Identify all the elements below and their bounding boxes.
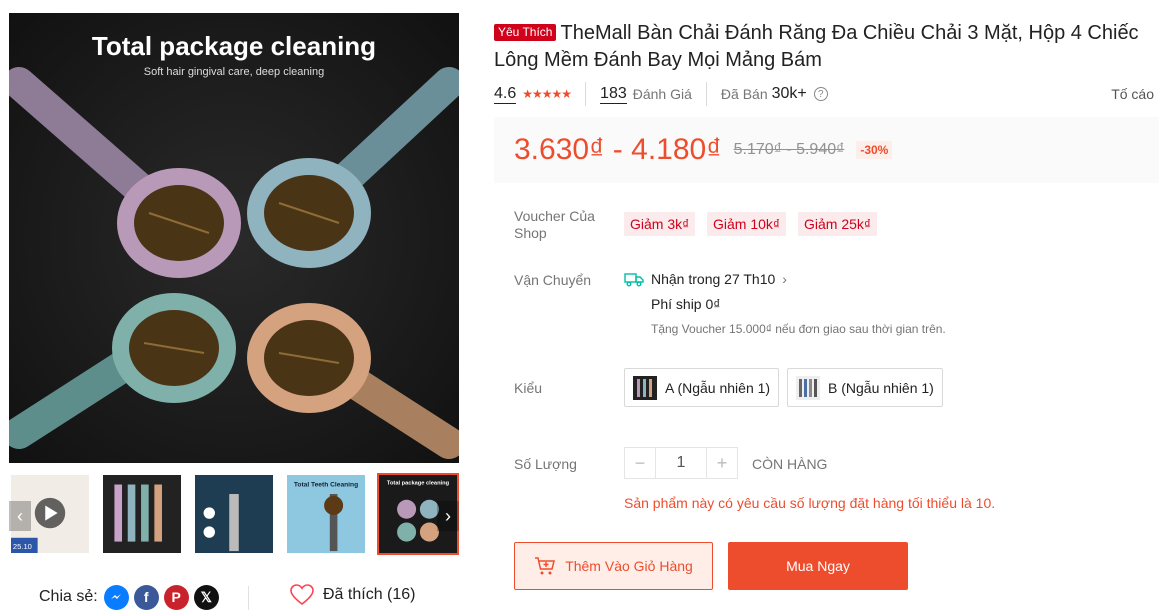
add-to-cart-label: Thêm Vào Giỏ Hàng <box>565 558 693 574</box>
thumbnail-3[interactable] <box>193 473 275 555</box>
main-image-subline: Soft hair gingival care, deep cleaning <box>144 66 324 78</box>
shipping-note: Tặng Voucher 15.000₫ nếu đơn giao sau th… <box>651 322 946 336</box>
thumb-title: Total package cleaning <box>387 481 450 487</box>
thumbnail-prev-arrow[interactable]: ‹ <box>9 501 31 531</box>
product-title-text: TheMall Bàn Chải Đánh Răng Đa Chiều Chải… <box>494 22 1139 71</box>
price-box: 3.630₫ - 4.180₫ 5.170₫ - 5.940₫ -30% <box>494 117 1159 183</box>
minimum-order-note: Sản phẩm này có yêu cầu số lượng đặt hàn… <box>624 495 996 511</box>
buy-now-button[interactable]: Mua Ngay <box>728 542 908 590</box>
original-price: 5.170₫ - 5.940₫ <box>733 141 845 158</box>
like-button[interactable]: Đã thích (16) <box>290 584 415 606</box>
heart-icon <box>290 584 314 606</box>
product-stats: 4.6 ★★★★★ 183 Đánh Giá Đã Bán 30k+ ? Tố … <box>494 82 1154 106</box>
thumbnail-4[interactable]: Total Teeth Cleaning <box>285 473 367 555</box>
share-label: Chia sẻ: <box>39 588 98 605</box>
variant-option-a[interactable]: A (Ngẫu nhiên 1) <box>624 368 780 407</box>
add-to-cart-button[interactable]: Thêm Vào Giỏ Hàng <box>514 542 713 590</box>
truck-icon <box>624 273 644 287</box>
variant-option-b[interactable]: B (Ngẫu nhiên 1) <box>787 368 943 407</box>
quantity-decrease-button[interactable]: − <box>624 447 656 479</box>
variant-a-label: A (Ngẫu nhiên 1) <box>665 379 771 396</box>
sold-label: Đã Bán <box>720 86 768 102</box>
like-count-label: Đã thích (16) <box>323 586 416 603</box>
discount-badge: -30% <box>856 141 893 159</box>
quantity-label: Số Lượng <box>514 456 577 472</box>
variant-label: Kiểu <box>514 380 543 396</box>
report-link[interactable]: Tố cáo <box>1111 86 1154 102</box>
stat-divider <box>585 82 587 106</box>
shipping-eta-row[interactable]: Nhận trong 27 Th10 › <box>624 271 787 287</box>
main-product-image[interactable]: Total package cleaning Soft hair gingiva… <box>9 13 459 463</box>
sold-count: 30k+ <box>771 85 807 102</box>
favorite-badge: Yêu Thích <box>494 24 557 41</box>
share-divider <box>248 586 249 610</box>
shipping-label: Vận Chuyển <box>514 272 592 288</box>
variant-b-label: B (Ngẫu nhiên 1) <box>828 379 934 396</box>
variant-a-thumbnail <box>633 375 657 400</box>
quantity-increase-button[interactable]: + <box>706 447 738 479</box>
thumb-title: Total Teeth Cleaning <box>294 481 358 488</box>
review-label: Đánh Giá <box>632 86 692 102</box>
thumb-date-label: 25.10 <box>13 542 32 551</box>
thumbnail-strip: 25.10 Total Teeth Cleaning Total package… <box>9 473 459 555</box>
main-image-headline: Total package cleaning <box>92 31 376 61</box>
help-icon[interactable]: ? <box>813 87 828 101</box>
pinterest-icon[interactable]: P <box>163 584 189 610</box>
voucher-chip[interactable]: Giảm 3k₫ <box>624 212 696 236</box>
thumbnail-2[interactable] <box>101 473 183 555</box>
share-row: Chia sẻ: f P 𝕏 <box>39 584 224 610</box>
rating-stars: ★★★★★ <box>522 87 572 101</box>
chevron-right-icon: › <box>782 271 787 287</box>
quantity-input[interactable]: 1 <box>656 447 706 479</box>
facebook-icon[interactable]: f <box>133 584 159 610</box>
shipping-eta: Nhận trong 27 Th10 <box>651 271 776 287</box>
review-count[interactable]: 183 <box>600 85 627 104</box>
rating-value[interactable]: 4.6 <box>494 85 517 104</box>
voucher-chip[interactable]: Giảm 10k₫ <box>707 212 787 236</box>
voucher-label: Voucher Của Shop <box>514 208 595 241</box>
voucher-chip[interactable]: Giảm 25k₫ <box>798 212 878 236</box>
current-price: 3.630₫ - 4.180₫ <box>514 133 722 166</box>
product-title: Yêu Thích TheMall Bàn Chải Đánh Răng Đa C… <box>494 20 1154 74</box>
x-icon[interactable]: 𝕏 <box>193 584 219 610</box>
variant-b-thumbnail <box>796 375 820 400</box>
stock-status: CÒN HÀNG <box>752 456 828 472</box>
cart-plus-icon <box>535 557 556 575</box>
thumbnail-next-arrow[interactable]: › <box>437 501 459 531</box>
messenger-icon[interactable] <box>103 584 129 610</box>
stat-divider <box>705 82 707 106</box>
shipping-fee: Phí ship 0₫ <box>651 296 721 312</box>
quantity-stepper: − 1 + <box>624 447 738 479</box>
